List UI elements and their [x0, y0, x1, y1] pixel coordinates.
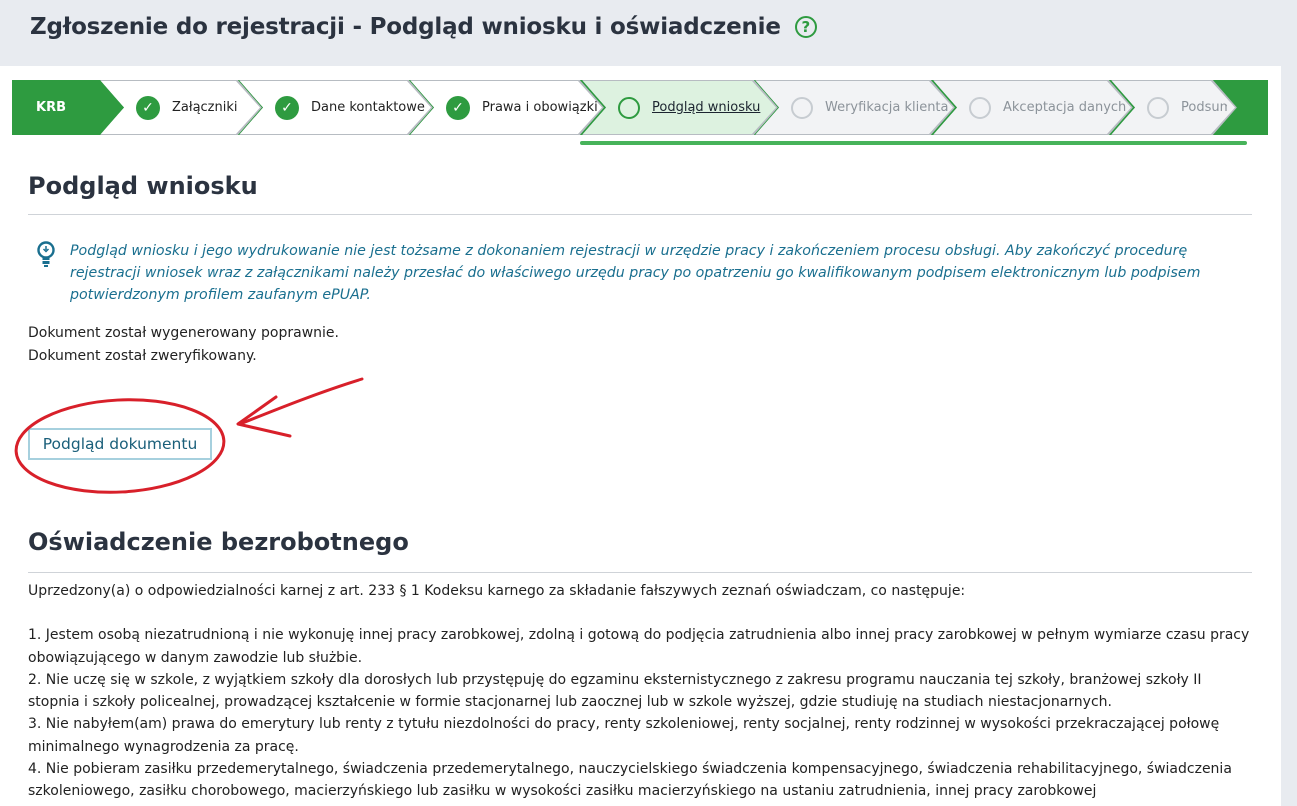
step-podglad-wniosku[interactable]: Podgląd wniosku	[582, 80, 778, 135]
step-prawa-i-obowiazki[interactable]: ✓ Prawa i obowiązki	[410, 80, 604, 135]
pending-step-icon	[1147, 97, 1169, 119]
stepper-root-label: KRB	[36, 100, 66, 115]
status-lines: Dokument został wygenerowany poprawnie. …	[28, 322, 339, 367]
check-icon: ✓	[446, 96, 470, 120]
step-label: Dane kontaktowe	[311, 100, 425, 115]
status-verified: Dokument został zweryfikowany.	[28, 347, 257, 364]
statement-item: 2. Nie uczę się w szkole, z wyjątkiem sz…	[28, 671, 1202, 711]
step-zalaczniki[interactable]: ✓ Załączniki	[100, 80, 262, 135]
pending-step-icon	[969, 97, 991, 119]
stepper-root[interactable]: KRB	[12, 80, 122, 135]
stepper: KRB ✓ Załączniki ✓ Dane kontaktowe ✓ Pra…	[12, 80, 1268, 135]
check-icon: ✓	[136, 96, 160, 120]
step-label: Podgląd wniosku	[652, 100, 761, 115]
preview-heading: Podgląd wniosku	[28, 172, 258, 200]
notice-text: Podgląd wniosku i jego wydrukowanie nie …	[70, 243, 1201, 303]
help-icon[interactable]: ?	[794, 16, 817, 38]
statement-body: Uprzedzony(a) o odpowiedzialności karnej…	[28, 580, 1254, 803]
step-dane-kontaktowe[interactable]: ✓ Dane kontaktowe	[239, 80, 433, 135]
statement-heading: Oświadczenie bezrobotnego	[28, 528, 409, 556]
step-label: Podsumowanie	[1181, 100, 1227, 115]
lightbulb-icon	[37, 241, 55, 267]
notice: Podgląd wniosku i jego wydrukowanie nie …	[36, 240, 1251, 306]
step-label: Weryfikacja klienta	[825, 100, 949, 115]
page-title: Zgłoszenie do rejestracji - Podgląd wnio…	[30, 14, 817, 40]
divider	[28, 572, 1252, 573]
step-weryfikacja-klienta[interactable]: Weryfikacja klienta	[755, 80, 955, 135]
main-panel: KRB ✓ Załączniki ✓ Dane kontaktowe ✓ Pra…	[0, 66, 1281, 806]
statement-item: 4. Nie pobieram zasiłku przedemerytalneg…	[28, 761, 1232, 800]
status-generated: Dokument został wygenerowany poprawnie.	[28, 325, 339, 341]
check-icon: ✓	[275, 96, 299, 120]
step-label: Załączniki	[172, 100, 238, 115]
statement-item: 1. Jestem osobą niezatrudnioną i nie wyk…	[28, 627, 1250, 666]
step-label: Prawa i obowiązki	[482, 100, 598, 115]
step-akceptacja-danych[interactable]: Akceptacja danych	[933, 80, 1133, 135]
page-title-text: Zgłoszenie do rejestracji - Podgląd wnio…	[30, 14, 781, 40]
statement-intro: Uprzedzony(a) o odpowiedzialności karnej…	[28, 583, 966, 599]
progress-bar	[580, 141, 1247, 145]
statement-item: 3. Nie nabyłem(am) prawa do emerytury lu…	[28, 716, 1220, 755]
document-preview-button[interactable]: Podgląd dokumentu	[28, 428, 212, 460]
divider	[28, 214, 1252, 215]
step-label: Akceptacja danych	[1003, 100, 1127, 115]
current-step-icon	[618, 97, 640, 119]
pending-step-icon	[791, 97, 813, 119]
